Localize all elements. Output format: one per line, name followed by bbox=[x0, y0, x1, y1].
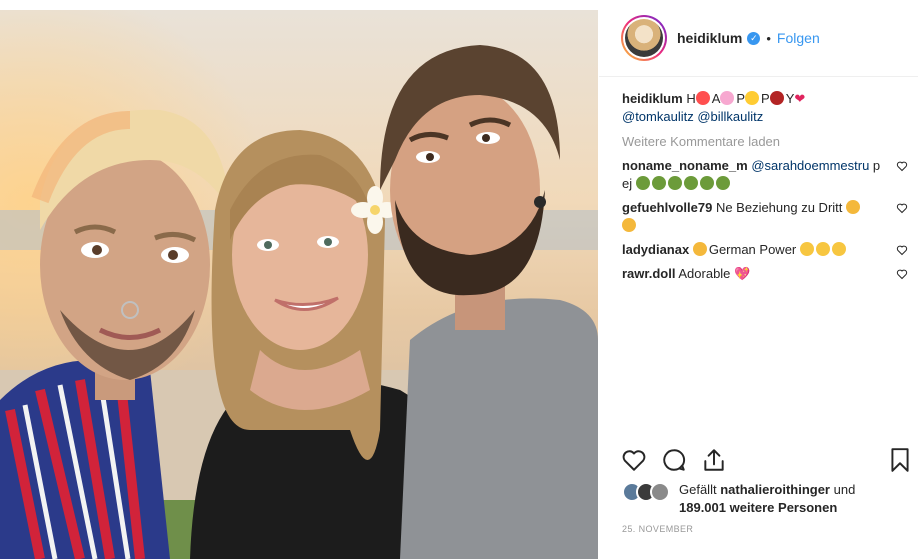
mention-link[interactable]: @tomkaulitz bbox=[622, 109, 694, 124]
devil-emoji-icon bbox=[769, 91, 784, 105]
caption-text: H A P P Y❤ bbox=[686, 91, 806, 106]
post-caption: heidiklum H A P P Y❤ @tomkaulitz @billkaulit… bbox=[622, 90, 912, 126]
sun-emoji-icon bbox=[745, 91, 760, 105]
comment-icon[interactable] bbox=[661, 447, 687, 473]
likes-text: Gefällt nathalieroithinger und 189.001 w… bbox=[679, 482, 856, 515]
nauseated-emoji-icon bbox=[635, 176, 732, 191]
header-username[interactable]: heidiklum bbox=[677, 30, 742, 46]
likes-count[interactable]: 189.001 weitere Personen bbox=[679, 500, 837, 515]
comment-item: ladydianax German Power bbox=[622, 241, 912, 259]
comment-like-heart-icon[interactable] bbox=[896, 160, 908, 172]
avatar[interactable] bbox=[621, 15, 667, 61]
heart-icon[interactable] bbox=[621, 447, 647, 473]
share-icon[interactable] bbox=[701, 447, 727, 473]
mention-link[interactable]: @billkaulitz bbox=[697, 109, 763, 124]
liker-avatars[interactable] bbox=[622, 481, 672, 503]
post-photo[interactable] bbox=[0, 10, 598, 559]
load-more-comments[interactable]: Weitere Kommentare laden bbox=[622, 134, 912, 149]
comment-username[interactable]: rawr.doll bbox=[622, 266, 675, 281]
comments-section: heidiklum H A P P Y❤ @tomkaulitz @billkaulit… bbox=[622, 90, 912, 283]
comment-like-heart-icon[interactable] bbox=[896, 202, 908, 214]
comment-username[interactable]: ladydianax bbox=[622, 242, 689, 257]
liker-username[interactable]: nathalieroithinger bbox=[720, 482, 830, 497]
comment-like-heart-icon[interactable] bbox=[896, 268, 908, 280]
mention-link[interactable]: @sarahdoemmestru bbox=[751, 158, 869, 173]
heart-emoji-icon: 💖 bbox=[734, 266, 751, 281]
comment-username[interactable]: noname_noname_m bbox=[622, 158, 748, 173]
selfie-image bbox=[0, 10, 598, 559]
post-side-panel: heidiklum ✓ • Folgen heidiklum H A P P Y❤ @t… bbox=[599, 0, 918, 559]
comment-text: German Power bbox=[708, 242, 797, 257]
heart-eyes-emoji-icon bbox=[695, 91, 710, 105]
sunglasses-emoji-icon bbox=[799, 242, 848, 257]
bookmark-icon[interactable] bbox=[887, 447, 913, 473]
comment-text: Adorable bbox=[678, 266, 731, 281]
caption-username[interactable]: heidiklum bbox=[622, 91, 683, 106]
verified-check-icon: ✓ bbox=[747, 31, 761, 45]
comment-item: rawr.doll Adorable 💖 bbox=[622, 265, 912, 283]
action-bar bbox=[621, 447, 911, 475]
comment-text: Ne Beziehung zu Dritt bbox=[715, 200, 843, 215]
flower-emoji-icon bbox=[720, 91, 735, 105]
post-header: heidiklum ✓ • Folgen bbox=[599, 0, 918, 77]
comment-username[interactable]: gefuehlvolle79 bbox=[622, 200, 712, 215]
thumbs-up-emoji-icon bbox=[692, 242, 707, 256]
comment-like-heart-icon[interactable] bbox=[896, 244, 908, 256]
avatar bbox=[650, 482, 670, 502]
separator-dot: • bbox=[766, 30, 771, 46]
likes-summary: Gefällt nathalieroithinger und 189.001 w… bbox=[622, 481, 912, 517]
red-heart-emoji-icon: ❤ bbox=[794, 91, 806, 106]
follow-button[interactable]: Folgen bbox=[777, 30, 820, 46]
post-date: 25. NOVEMBER bbox=[622, 524, 694, 534]
comment-item: gefuehlvolle79 Ne Beziehung zu Dritt bbox=[622, 199, 912, 235]
comment-item: noname_noname_m @sarahdoemmestru p ej bbox=[622, 157, 912, 193]
